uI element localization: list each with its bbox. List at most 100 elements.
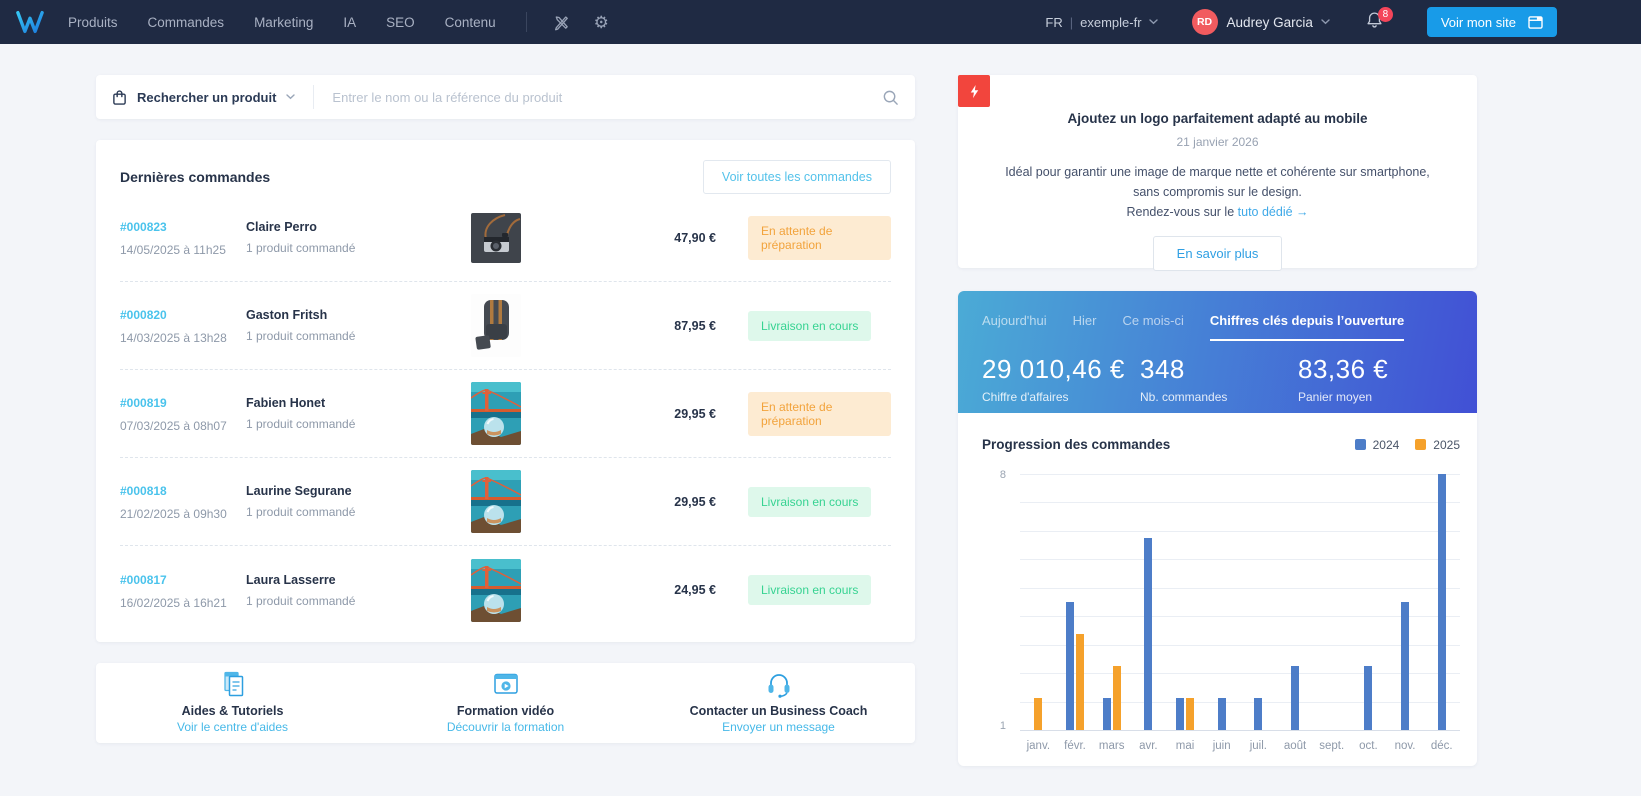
- nav-item-marketing[interactable]: Marketing: [254, 15, 313, 30]
- visit-site-button[interactable]: Voir mon site: [1426, 7, 1557, 37]
- help-link[interactable]: Découvrir la formation: [447, 720, 564, 734]
- x-tick-janv: janv.: [1026, 740, 1051, 752]
- metric-label: Nb. commandes: [1140, 390, 1228, 404]
- order-row[interactable]: #000819 07/03/2025 à 08h07 Fabien Honet 1 p…: [120, 370, 891, 458]
- notifications-bell[interactable]: 8: [1366, 6, 1393, 34]
- bar-2025-févr: [1076, 634, 1084, 730]
- order-status-cell: Livraison en cours: [716, 575, 891, 605]
- status-badge: Livraison en cours: [748, 575, 872, 605]
- help-strip: Aides & Tutoriels Voir le centre d'aides F…: [96, 663, 915, 743]
- legend-item-2024[interactable]: 2024: [1354, 437, 1400, 452]
- order-row[interactable]: #000820 14/03/2025 à 13h28 Gaston Fritsh 1 …: [120, 282, 891, 370]
- legend-item-2025[interactable]: 2025: [1415, 438, 1460, 452]
- search-input[interactable]: [332, 89, 882, 105]
- order-thumbnail-cell: [426, 470, 566, 533]
- search-icon[interactable]: [882, 89, 899, 106]
- order-id-link[interactable]: #000823: [120, 220, 167, 234]
- metric: 29 010,46 € Chiffre d'affaires: [982, 354, 1140, 404]
- order-customer-name: Gaston Fritsh: [246, 308, 328, 322]
- metric-value: 83,36 €: [1298, 354, 1389, 384]
- nav-item-ia[interactable]: IA: [343, 15, 356, 30]
- order-price: 87,95 €: [674, 318, 716, 333]
- bar-group-avr: [1130, 474, 1167, 730]
- order-date: 16/02/2025 à 16h21: [120, 595, 227, 610]
- user-avatar[interactable]: RD: [1191, 9, 1218, 35]
- settings-gear-icon[interactable]: ⚙: [594, 14, 609, 31]
- site-selector[interactable]: FR | exemple-fr: [1045, 14, 1158, 30]
- search-type-selector[interactable]: Rechercher un produit: [112, 89, 296, 106]
- order-detail: 1 produit commandé: [246, 329, 356, 343]
- bar-group-mai: [1167, 474, 1204, 730]
- order-id-link[interactable]: #000818: [120, 484, 167, 498]
- nav-item-contenu[interactable]: Contenu: [445, 15, 496, 30]
- main-menu: Produits Commandes Marketing IA SEO Contenu: [68, 15, 496, 30]
- order-id-link[interactable]: #000817: [120, 573, 167, 587]
- order-customer-name: Claire Perro: [246, 220, 317, 234]
- bar-group-mars: [1093, 474, 1130, 730]
- help-link[interactable]: Voir le centre d'aides: [177, 720, 288, 734]
- order-thumbnail-cell: [426, 294, 566, 357]
- order-price: 24,95 €: [674, 583, 716, 597]
- order-thumbnail-cell: [426, 558, 566, 622]
- product-search-bar: Rechercher un produit: [96, 75, 915, 119]
- bar-2024-déc: [1437, 474, 1446, 730]
- tutorial-link[interactable]: tuto dédié →: [1238, 205, 1309, 219]
- order-row[interactable]: #000817 16/02/2025 à 16h21 Laura Lasserre 1…: [120, 546, 891, 634]
- status-badge: En attente de préparation: [748, 215, 891, 260]
- announcement-line3: Rendez-vous sur le: [1126, 205, 1238, 219]
- nav-item-seo[interactable]: SEO: [386, 15, 415, 30]
- bar-group-nov: [1387, 474, 1424, 730]
- legend-label: 2024: [1372, 437, 1400, 452]
- stats-tab[interactable]: Chiffres clés depuis l’ouverture: [1209, 313, 1405, 341]
- order-detail: 1 produit commandé: [246, 505, 356, 519]
- user-chevron-down-icon[interactable]: [1321, 19, 1330, 25]
- x-tick-avr: avr.: [1139, 740, 1158, 752]
- order-row[interactable]: #000823 14/05/2025 à 11h25 Claire Perro 1 p…: [120, 194, 891, 282]
- bar-group-sept: [1313, 474, 1350, 730]
- order-row[interactable]: #000818 21/02/2025 à 09h30 Laurine Seguran…: [120, 458, 891, 546]
- status-badge: En attente de préparation: [748, 391, 891, 436]
- nav-item-commandes[interactable]: Commandes: [148, 15, 225, 30]
- shopping-bag-icon: [113, 89, 126, 105]
- metric-value: 348: [1140, 354, 1185, 384]
- headset-icon: [642, 670, 915, 698]
- legend-swatch-2025: [1415, 439, 1427, 450]
- bar-2024-mars: [1102, 698, 1111, 730]
- locale-label: FR: [1045, 14, 1063, 30]
- metric: 348 Nb. commandes: [1140, 354, 1298, 404]
- view-all-orders-button[interactable]: Voir toutes les commandes: [702, 160, 891, 194]
- order-id-cell: #000819 07/03/2025 à 08h07: [120, 394, 246, 433]
- help-link[interactable]: Envoyer un message: [722, 720, 835, 734]
- design-tools-icon[interactable]: [553, 14, 570, 31]
- learn-more-button[interactable]: En savoir plus: [1152, 236, 1283, 271]
- help-title: Formation vidéo: [456, 704, 555, 718]
- nav-item-produits[interactable]: Produits: [68, 15, 118, 30]
- chart-y-axis: 81: [982, 469, 1020, 732]
- x-tick-juin: juin: [1212, 740, 1231, 752]
- metric-value: 29 010,46 €: [982, 354, 1125, 384]
- x-tick-déc: déc.: [1430, 740, 1453, 752]
- x-tick-oct: oct.: [1359, 740, 1378, 752]
- order-id-link[interactable]: #000820: [120, 308, 167, 322]
- stats-tab[interactable]: Ce mois-ci: [1122, 313, 1183, 341]
- order-detail: 1 produit commandé: [246, 593, 356, 608]
- help-item: Contacter un Business Coach Envoyer un me…: [642, 670, 915, 736]
- order-date: 21/02/2025 à 09h30: [120, 507, 227, 521]
- product-thumbnail-bridge: [471, 382, 521, 445]
- order-id-link[interactable]: #000819: [120, 396, 167, 410]
- help-title: Contacter un Business Coach: [689, 704, 868, 718]
- stats-tab[interactable]: Aujourd'hui: [982, 313, 1047, 341]
- brand-logo[interactable]: [14, 8, 46, 36]
- help-item: Formation vidéo Découvrir la formation: [369, 670, 642, 736]
- search-divider: [313, 85, 315, 109]
- chevron-down-icon: [1148, 19, 1158, 25]
- announcement-date: 21 janvier 2026: [1176, 135, 1259, 149]
- locale-separator: |: [1069, 14, 1074, 30]
- user-name[interactable]: Audrey Garcia: [1227, 15, 1313, 30]
- order-id-cell: #000823 14/05/2025 à 11h25: [120, 218, 246, 257]
- help-title: Aides & Tutoriels: [181, 704, 284, 718]
- orders-title: Dernières commandes: [120, 169, 271, 185]
- x-tick-mars: mars: [1098, 740, 1125, 752]
- bar-2024-oct: [1364, 666, 1373, 730]
- stats-tab[interactable]: Hier: [1073, 313, 1097, 341]
